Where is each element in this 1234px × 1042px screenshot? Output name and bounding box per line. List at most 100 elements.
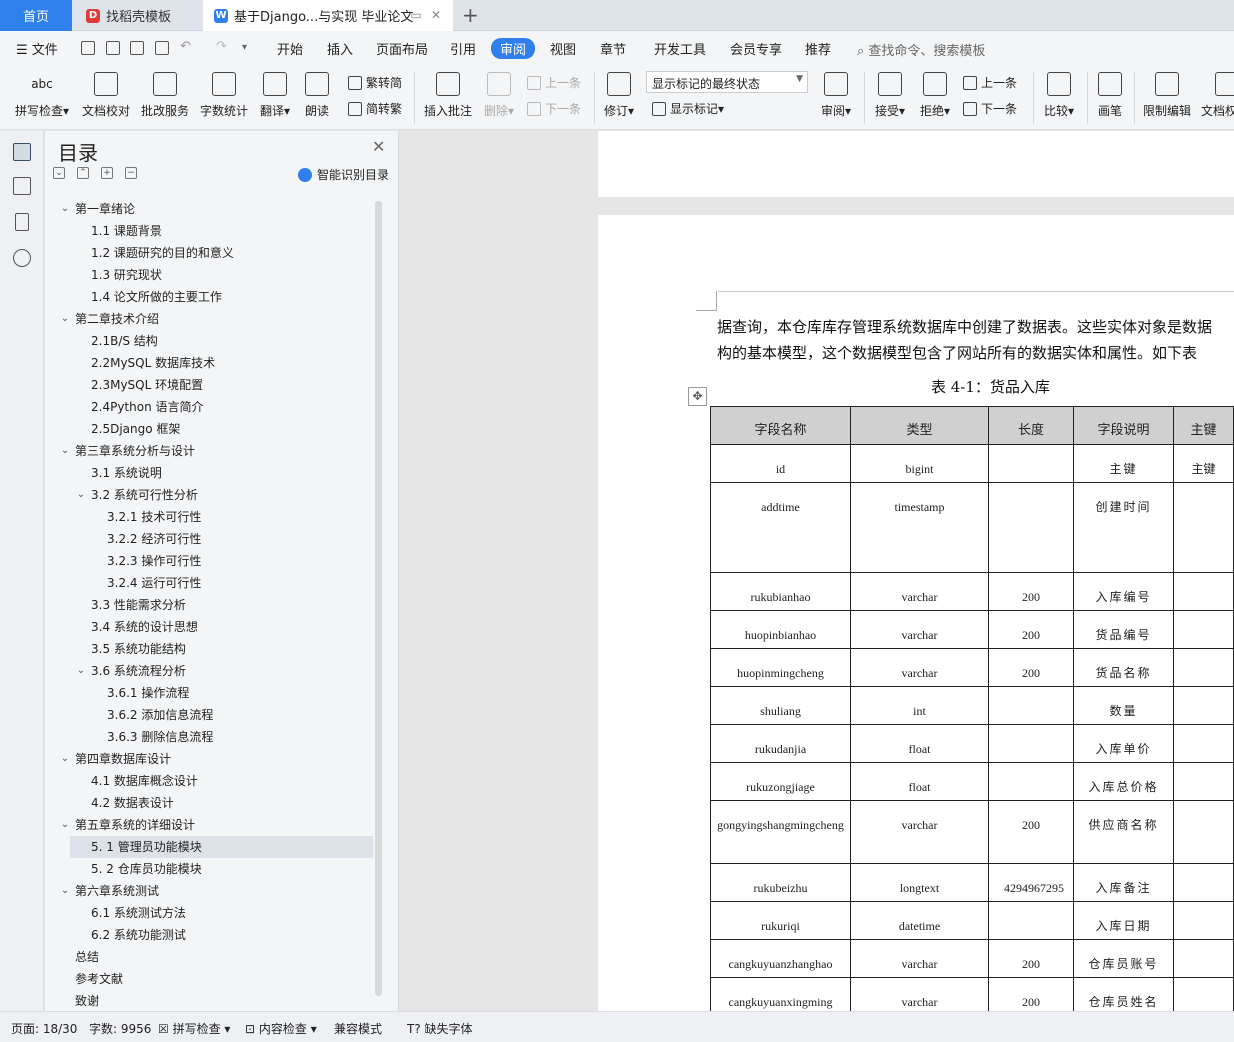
- batch-service-button[interactable]: 批改服务: [141, 72, 189, 119]
- table-cell[interactable]: timestamp: [850, 482, 989, 573]
- table-cell[interactable]: 入库单价: [1073, 724, 1174, 763]
- insert-comment-button[interactable]: 插入批注: [424, 72, 472, 119]
- next-comment-button[interactable]: 下一条: [527, 100, 581, 117]
- tab-home[interactable]: 首页: [0, 0, 72, 31]
- export-pdf-icon[interactable]: [106, 41, 120, 55]
- toc-item[interactable]: ⌄ 第二章技术介绍: [45, 308, 373, 330]
- table-cell[interactable]: varchar: [850, 939, 989, 978]
- table-cell[interactable]: float: [850, 762, 989, 801]
- spell-check-button[interactable]: abc 拼写检查▾: [12, 72, 72, 119]
- table-cell[interactable]: id: [710, 444, 851, 483]
- review-pane-button[interactable]: 审阅▾: [818, 72, 854, 119]
- table-cell[interactable]: 200: [988, 610, 1074, 649]
- undo-icon[interactable]: ↶: [180, 39, 191, 54]
- table-cell[interactable]: [988, 482, 1074, 573]
- close-icon[interactable]: ✕: [372, 137, 385, 156]
- table-cell[interactable]: [1173, 482, 1234, 573]
- toc-item[interactable]: 2.4Python 语言简介: [45, 396, 373, 418]
- toc-item[interactable]: ⌄ 第五章系统的详细设计: [45, 814, 373, 836]
- print-preview-icon[interactable]: [155, 41, 169, 55]
- page-indicator[interactable]: 页面: 18/30: [11, 1020, 77, 1037]
- table-cell[interactable]: [1173, 939, 1234, 978]
- toc-item[interactable]: 3.5 系统功能结构: [45, 638, 373, 660]
- save-icon[interactable]: [81, 41, 95, 55]
- print-icon[interactable]: [130, 41, 144, 55]
- menu-insert[interactable]: 插入: [327, 39, 353, 58]
- table-cell[interactable]: [1173, 686, 1234, 725]
- table-cell[interactable]: varchar: [850, 572, 989, 611]
- table-cell[interactable]: 入库总价格: [1073, 762, 1174, 801]
- table-cell[interactable]: shuliang: [710, 686, 851, 725]
- table-cell[interactable]: [1173, 648, 1234, 687]
- toc-item[interactable]: ⌄ 第三章系统分析与设计: [45, 440, 373, 462]
- toc-item[interactable]: 3.2.1 技术可行性: [45, 506, 373, 528]
- toc-item[interactable]: 5. 2 仓库员功能模块: [45, 858, 373, 880]
- toc-item[interactable]: ⌄ 3.2 系统可行性分析: [45, 484, 373, 506]
- menu-page-layout[interactable]: 页面布局: [376, 39, 428, 58]
- table-cell[interactable]: [1173, 724, 1234, 763]
- toc-item[interactable]: 2.1B/S 结构: [45, 330, 373, 352]
- table-cell[interactable]: datetime: [850, 901, 989, 940]
- table-cell[interactable]: rukubianhao: [710, 572, 851, 611]
- menu-references[interactable]: 引用: [450, 39, 476, 58]
- menu-review[interactable]: 审阅: [491, 38, 536, 59]
- toc-item[interactable]: 6.1 系统测试方法: [45, 902, 373, 924]
- table-cell[interactable]: huopinmingcheng: [710, 648, 851, 687]
- table-cell[interactable]: 入库备注: [1073, 863, 1174, 902]
- chevron-down-icon[interactable]: ⌄: [75, 484, 87, 506]
- table-cell[interactable]: 仓库员账号: [1073, 939, 1174, 978]
- menu-member[interactable]: 会员专享: [730, 39, 782, 58]
- toc-item[interactable]: 2.3MySQL 环境配置: [45, 374, 373, 396]
- table-cell[interactable]: [1173, 901, 1234, 940]
- table-cell[interactable]: 入库日期: [1073, 901, 1174, 940]
- toc-item[interactable]: 6.2 系统功能测试: [45, 924, 373, 946]
- show-markup-button[interactable]: 显示标记 ▾: [652, 100, 724, 117]
- toc-item[interactable]: 1.2 课题研究的目的和意义: [45, 242, 373, 264]
- content-check-status[interactable]: ⊡ 内容检查 ▾: [245, 1020, 317, 1037]
- table-cell[interactable]: 货品名称: [1073, 648, 1174, 687]
- word-count-button[interactable]: 字数统计: [200, 72, 248, 119]
- chevron-down-icon[interactable]: ⌄: [75, 660, 87, 682]
- table-cell[interactable]: 数量: [1073, 686, 1174, 725]
- toc-item[interactable]: ⌄ 第四章数据库设计: [45, 748, 373, 770]
- table-cell[interactable]: varchar: [850, 648, 989, 687]
- toc-item[interactable]: 3.6.3 删除信息流程: [45, 726, 373, 748]
- table-cell[interactable]: rukuriqi: [710, 901, 851, 940]
- table-cell[interactable]: 入库编号: [1073, 572, 1174, 611]
- doc-permission-button[interactable]: 文档权: [1201, 72, 1234, 119]
- missing-font-indicator[interactable]: T? 缺失字体: [407, 1020, 473, 1037]
- simp-to-trad-button[interactable]: 简转繁: [348, 100, 402, 117]
- more-chevron-icon[interactable]: ▾: [242, 42, 247, 53]
- tab-close-icon[interactable]: ✕: [429, 8, 443, 22]
- document-page[interactable]: 据查询，本仓库库存管理系统数据库中创建了数据表。这些实体对象是数据 构的基本模型…: [598, 215, 1234, 1011]
- table-cell[interactable]: cangkuyuanxingming: [710, 977, 851, 1011]
- toc-item[interactable]: 3.6.1 操作流程: [45, 682, 373, 704]
- chevron-down-icon[interactable]: ⌄: [59, 748, 71, 770]
- toc-item[interactable]: 5. 1 管理员功能模块: [70, 836, 373, 858]
- table-cell[interactable]: [1173, 977, 1234, 1011]
- table-cell[interactable]: [988, 724, 1074, 763]
- file-menu[interactable]: ☰ 文件: [16, 39, 58, 58]
- tab-document[interactable]: W 基于Django...与实现 毕业论文 ▭ ✕: [203, 0, 453, 31]
- trad-to-simp-button[interactable]: 繁转简: [348, 74, 402, 91]
- revise-button[interactable]: 修订▾: [602, 72, 636, 119]
- read-aloud-button[interactable]: 朗读: [303, 72, 331, 119]
- toc-item[interactable]: 4.2 数据表设计: [45, 792, 373, 814]
- toc-item[interactable]: 总结: [45, 946, 373, 968]
- table-cell[interactable]: [988, 901, 1074, 940]
- table-cell[interactable]: 主键: [1073, 444, 1174, 483]
- table-cell[interactable]: 仓库员姓名: [1073, 977, 1174, 1011]
- doc-proof-button[interactable]: 文档校对: [82, 72, 130, 119]
- toc-item[interactable]: 1.3 研究现状: [45, 264, 373, 286]
- toc-item[interactable]: 2.2MySQL 数据库技术: [45, 352, 373, 374]
- table-cell[interactable]: 200: [988, 800, 1074, 864]
- table-cell[interactable]: varchar: [850, 800, 989, 864]
- toc-item[interactable]: 2.5Django 框架: [45, 418, 373, 440]
- collapse-all-icon[interactable]: ⌄: [53, 167, 65, 179]
- table-cell[interactable]: [1173, 800, 1234, 864]
- table-cell[interactable]: [988, 686, 1074, 725]
- table-cell[interactable]: 货品编号: [1073, 610, 1174, 649]
- chevron-down-icon[interactable]: ⌄: [59, 440, 71, 462]
- table-cell[interactable]: rukudanjia: [710, 724, 851, 763]
- table-cell[interactable]: [1173, 610, 1234, 649]
